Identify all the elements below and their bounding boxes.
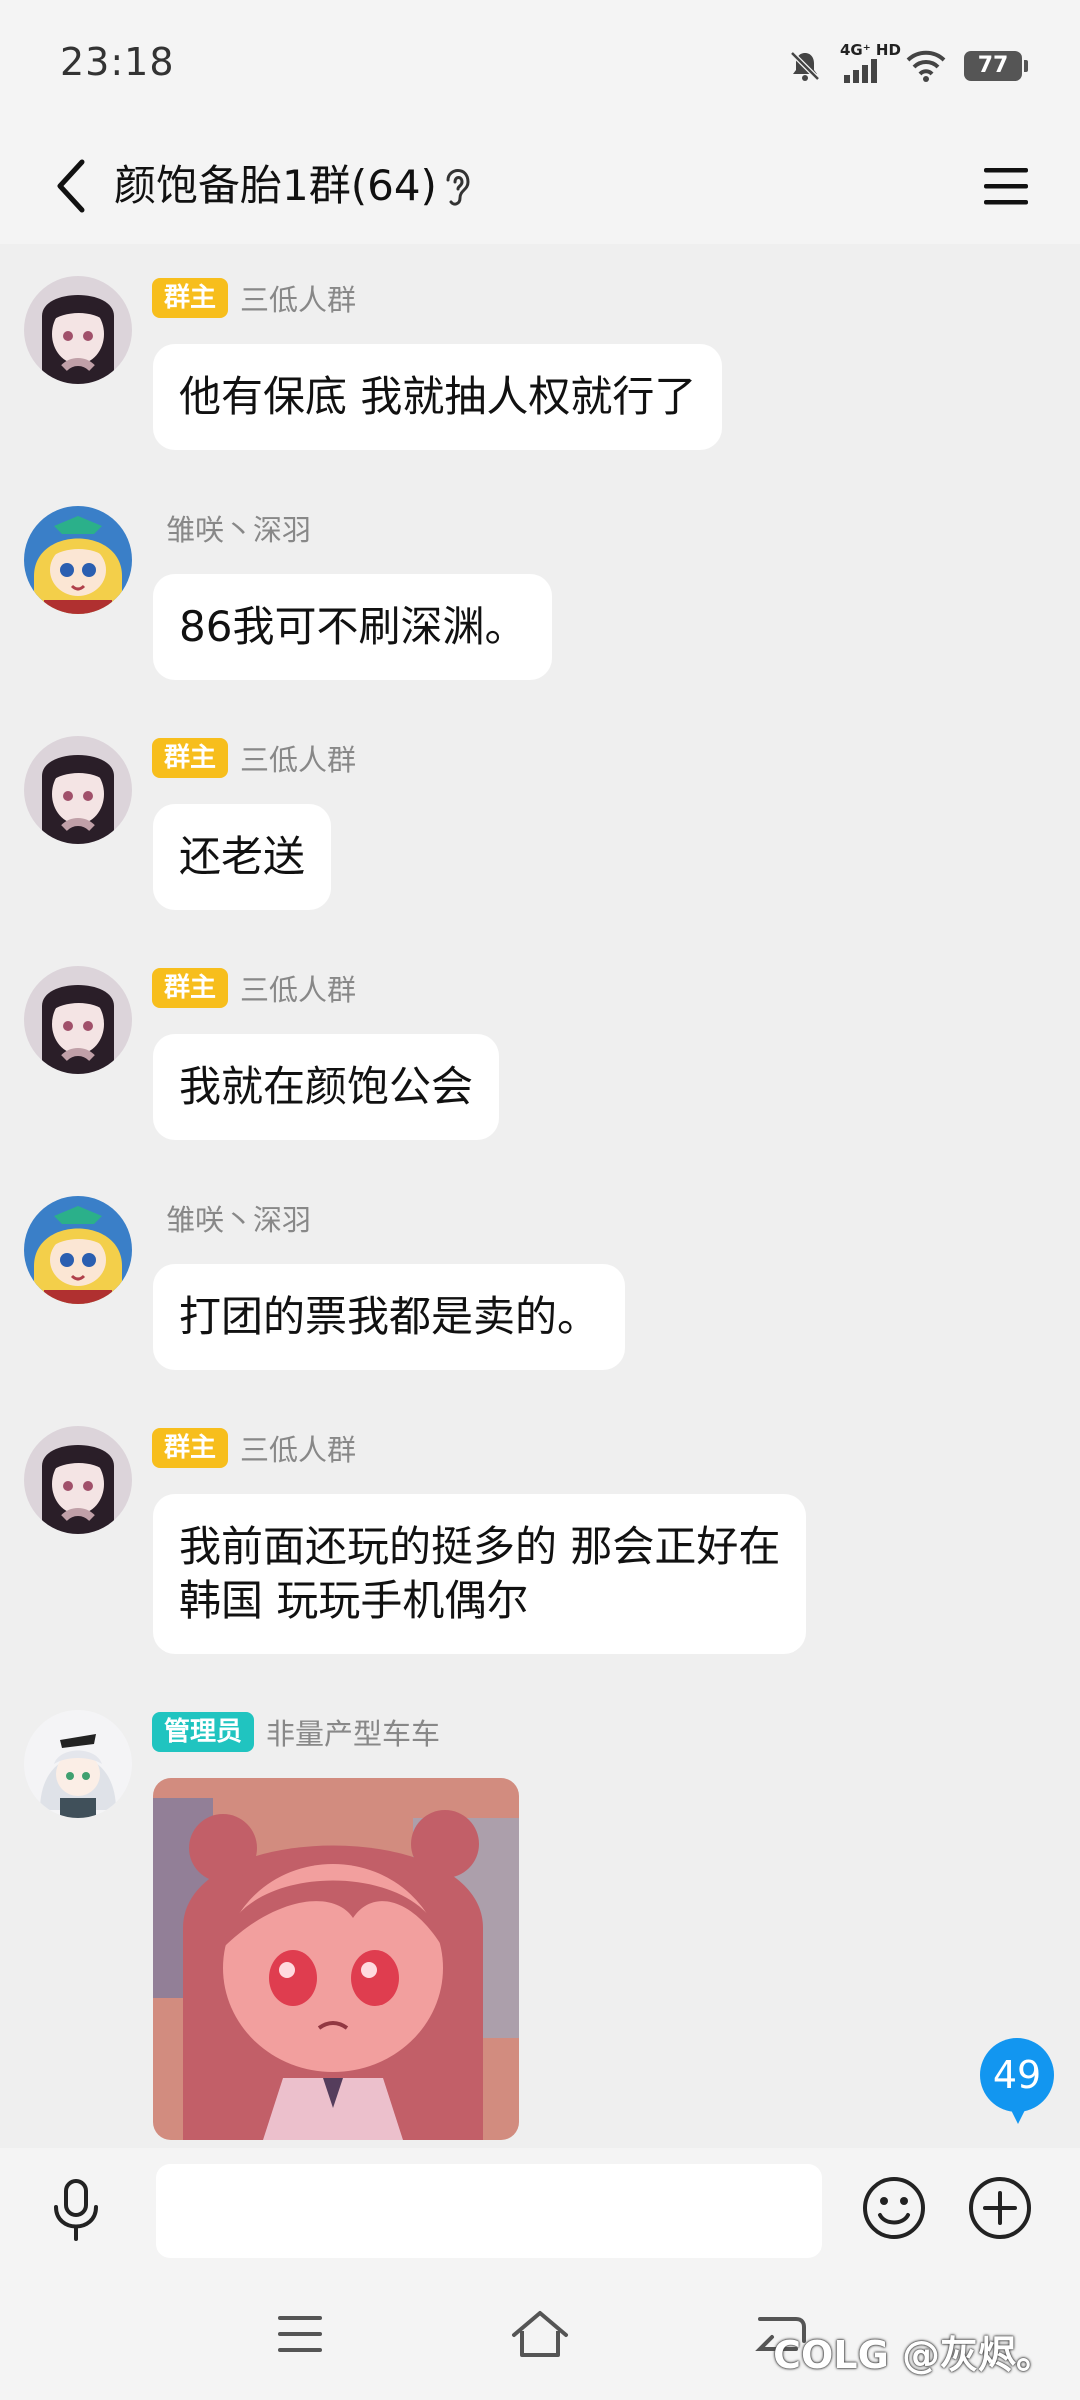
- owner-badge: 群主: [152, 278, 229, 318]
- more-button[interactable]: [960, 2168, 1040, 2248]
- mic-icon: [54, 2179, 98, 2241]
- nav-home-icon: [512, 2311, 568, 2357]
- message-bubble[interactable]: 还老送: [153, 804, 332, 910]
- system-nav-bar: COLG @灰烬。: [0, 2272, 1080, 2400]
- avatar[interactable]: [24, 276, 132, 384]
- sender-name[interactable]: 三低人群: [240, 277, 356, 319]
- status-time: 23:18: [60, 40, 175, 84]
- sender-name[interactable]: 三低人群: [240, 1427, 356, 1469]
- owner-badge: 群主: [152, 1428, 229, 1468]
- sender-row: 雏咲丶深羽: [152, 1196, 311, 1240]
- mute-icon: [790, 51, 820, 81]
- nav-home-button[interactable]: [500, 2294, 580, 2374]
- sender-row: 雏咲丶深羽: [152, 506, 311, 550]
- message-line: 我前面还玩的挺多的 那会正好在: [179, 1522, 781, 1571]
- avatar[interactable]: [24, 506, 132, 614]
- avatar[interactable]: [24, 1710, 132, 1818]
- sender-row: 群主 三低人群: [152, 276, 356, 320]
- message-bubble[interactable]: 我就在颜饱公会: [153, 1034, 500, 1140]
- message-bubble[interactable]: 他有保底 我就抽人权就行了: [153, 344, 723, 450]
- avatar[interactable]: [24, 1426, 132, 1534]
- back-icon: [57, 159, 85, 213]
- nav-recents-button[interactable]: [260, 2294, 340, 2374]
- group-menu-button[interactable]: [966, 146, 1046, 226]
- sender-name[interactable]: 雏咲丶深羽: [166, 1197, 311, 1239]
- sender-name[interactable]: 雏咲丶深羽: [166, 507, 311, 549]
- voice-button[interactable]: [36, 2170, 116, 2250]
- network-label: 4G⁺ HD: [840, 41, 901, 59]
- owner-badge: 群主: [152, 968, 229, 1008]
- chat-header: 颜饱备胎1群(64): [0, 128, 1080, 244]
- emoji-icon: [863, 2177, 925, 2239]
- avatar[interactable]: [24, 736, 132, 844]
- admin-badge: 管理员: [152, 1712, 255, 1752]
- wifi-icon: [906, 50, 946, 82]
- unread-count-badge[interactable]: 49: [980, 2038, 1054, 2124]
- menu-icon: [984, 168, 1028, 205]
- input-bar: [0, 2148, 1080, 2272]
- sender-row: 群主 三低人群: [152, 736, 356, 780]
- owner-badge: 群主: [152, 738, 229, 778]
- status-bar: 23:18 4G⁺ HD 77: [0, 0, 1080, 128]
- chat-area[interactable]: 群主 三低人群 他有保底 我就抽人权就行了 雏咲丶深羽 86我可不刷深渊。 群主…: [0, 244, 1080, 2148]
- sender-row: 管理员 非量产型车车: [152, 1710, 440, 1754]
- message-line: 韩国 玩玩手机偶尔: [179, 1576, 529, 1625]
- sender-row: 群主 三低人群: [152, 966, 356, 1010]
- sender-name[interactable]: 非量产型车车: [266, 1711, 440, 1753]
- avatar[interactable]: [24, 1196, 132, 1304]
- image-message[interactable]: [153, 1778, 519, 2140]
- watermark: COLG @灰烬。: [773, 2333, 1054, 2377]
- message-input[interactable]: [156, 2164, 822, 2258]
- signal-icon: [844, 59, 877, 83]
- sender-row: 群主 三低人群: [152, 1426, 356, 1470]
- ear-icon[interactable]: [438, 156, 478, 216]
- group-title[interactable]: 颜饱备胎1群(64): [114, 152, 437, 220]
- battery-indicator: 77: [964, 51, 1028, 81]
- back-button[interactable]: [32, 146, 112, 226]
- avatar[interactable]: [24, 966, 132, 1074]
- message-bubble[interactable]: 86我可不刷深渊。: [153, 574, 553, 680]
- plus-icon: [969, 2177, 1031, 2239]
- sender-name[interactable]: 三低人群: [240, 967, 356, 1009]
- message-bubble[interactable]: 打团的票我都是卖的。: [153, 1264, 626, 1370]
- emoji-button[interactable]: [854, 2168, 934, 2248]
- message-bubble[interactable]: 我前面还玩的挺多的 那会正好在 韩国 玩玩手机偶尔: [153, 1494, 807, 1654]
- nav-menu-icon: [278, 2316, 322, 2352]
- status-icons: 4G⁺ HD 77: [788, 41, 1028, 88]
- signal-indicator: 4G⁺ HD: [840, 41, 901, 83]
- sender-name[interactable]: 三低人群: [240, 737, 356, 779]
